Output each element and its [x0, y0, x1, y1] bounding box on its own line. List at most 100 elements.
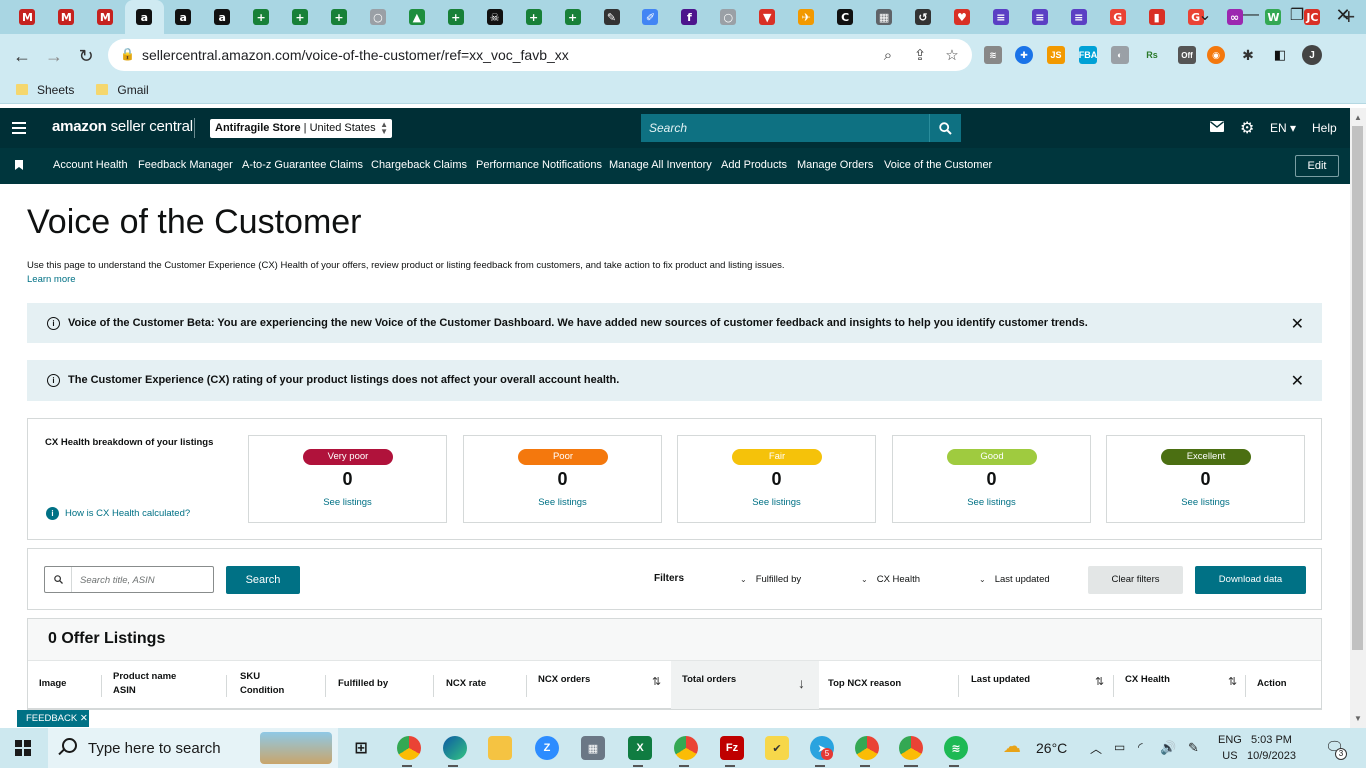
edit-nav-button[interactable]: Edit: [1295, 155, 1339, 177]
browser-tab[interactable]: ▼: [748, 0, 787, 34]
col-fulfilled-by[interactable]: Fulfilled by: [338, 677, 388, 691]
reload-button[interactable]: ↻: [73, 43, 99, 69]
browser-tab[interactable]: ▮: [1137, 0, 1176, 34]
nav-add-products[interactable]: Add Products: [721, 159, 787, 171]
col-top-ncx-reason[interactable]: Top NCX reason: [828, 677, 901, 691]
forward-button[interactable]: →: [41, 43, 67, 69]
scroll-up-arrow-icon[interactable]: ▲: [1352, 113, 1364, 125]
see-listings-link[interactable]: See listings: [464, 497, 661, 508]
nav-feedback-manager[interactable]: Feedback Manager: [138, 159, 233, 171]
task-view-icon[interactable]: ⊞: [349, 736, 373, 760]
chrome-profile-icon[interactable]: [855, 736, 879, 760]
battery-icon[interactable]: ▭: [1114, 740, 1125, 754]
tray-chevron-icon[interactable]: ︿: [1090, 740, 1102, 757]
weather-icon[interactable]: ☁: [1003, 736, 1021, 757]
see-listings-link[interactable]: See listings: [893, 497, 1090, 508]
browser-tab[interactable]: +: [320, 0, 359, 34]
chrome-profile-icon[interactable]: [674, 736, 698, 760]
col-sku-condition[interactable]: SKU Condition: [240, 670, 284, 698]
browser-tab[interactable]: ✐: [631, 0, 670, 34]
scrollbar-thumb[interactable]: [1352, 126, 1363, 650]
extensions-puzzle-icon[interactable]: ✱: [1239, 46, 1257, 64]
browser-tab[interactable]: C: [826, 0, 865, 34]
excel-icon[interactable]: X: [628, 736, 652, 760]
listing-search-input[interactable]: Search title, ASIN: [44, 566, 214, 593]
col-ncx-orders[interactable]: NCX orders: [538, 673, 590, 687]
profile-avatar[interactable]: J: [1302, 45, 1322, 65]
nav-manage-all-inventory[interactable]: Manage All Inventory: [609, 159, 712, 171]
download-data-button[interactable]: Download data: [1195, 566, 1306, 594]
tab-search-chevron-icon[interactable]: ⌄: [1182, 0, 1228, 30]
sort-arrows-icon[interactable]: ⇅: [652, 675, 661, 688]
zoom-icon[interactable]: ⌕: [878, 46, 898, 64]
clear-filters-button[interactable]: Clear filters: [1088, 566, 1183, 594]
header-search-input[interactable]: Search: [641, 114, 929, 142]
browser-tab[interactable]: +: [242, 0, 281, 34]
browser-tab[interactable]: a: [203, 0, 242, 34]
browser-tab[interactable]: +: [553, 0, 592, 34]
js-extension-icon[interactable]: JS: [1047, 46, 1065, 64]
nav-chargeback-claims[interactable]: Chargeback Claims: [371, 159, 467, 171]
col-cx-health[interactable]: CX Health: [1125, 673, 1170, 687]
browser-tab[interactable]: a: [124, 0, 164, 34]
see-listings-link[interactable]: See listings: [249, 497, 446, 508]
store-selector[interactable]: Antifragile Store | United States ▲ ▼: [210, 119, 392, 138]
learn-more-link[interactable]: Learn more: [27, 274, 76, 285]
nav-a-to-z-claims[interactable]: A-to-z Guarantee Claims: [242, 159, 363, 171]
browser-tab[interactable]: ○: [709, 0, 748, 34]
sticky-notes-icon[interactable]: ✔: [765, 736, 789, 760]
extension-icon[interactable]: ≋: [984, 46, 1002, 64]
mail-icon[interactable]: [1210, 120, 1224, 135]
browser-tab[interactable]: +: [436, 0, 475, 34]
col-ncx-rate[interactable]: NCX rate: [446, 677, 486, 691]
spotify-icon[interactable]: ≋: [944, 736, 968, 760]
browser-tab[interactable]: ≡: [981, 0, 1020, 34]
seller-central-logo[interactable]: amazon seller central: [52, 118, 193, 135]
help-link[interactable]: Help: [1312, 121, 1337, 135]
search-button[interactable]: Search: [226, 566, 300, 594]
minimize-button[interactable]: —: [1228, 0, 1274, 30]
volume-icon[interactable]: 🔊: [1160, 740, 1176, 756]
close-icon[interactable]: ✕: [1291, 371, 1304, 391]
browser-tab[interactable]: +: [514, 0, 553, 34]
hamburger-menu-icon[interactable]: [12, 122, 26, 134]
nav-account-health[interactable]: Account Health: [53, 159, 128, 171]
cx-health-calculation-link[interactable]: i How is CX Health calculated?: [46, 507, 190, 520]
sort-arrows-icon[interactable]: ⇅: [1095, 675, 1104, 688]
col-total-orders[interactable]: Total orders: [682, 673, 736, 687]
side-panel-icon[interactable]: ◧: [1271, 46, 1289, 64]
address-bar[interactable]: 🔒 sellercentral.amazon.com/voice-of-the-…: [108, 39, 972, 71]
file-explorer-icon[interactable]: [488, 736, 512, 760]
browser-tab[interactable]: ☠: [475, 0, 514, 34]
taskbar-clock[interactable]: 5:03 PM 10/9/2023: [1247, 732, 1296, 764]
feedback-tab[interactable]: FEEDBACK ✕: [17, 710, 89, 727]
browser-tab[interactable]: f: [670, 0, 709, 34]
browser-tab[interactable]: ♥: [943, 0, 982, 34]
wifi-icon[interactable]: ◜: [1138, 740, 1143, 754]
header-search-button[interactable]: [929, 114, 961, 142]
sort-down-arrow-icon[interactable]: ↓: [798, 675, 805, 691]
weather-temperature[interactable]: 26°C: [1036, 740, 1067, 756]
browser-tab[interactable]: +: [281, 0, 320, 34]
last-updated-dropdown[interactable]: ⌄ Last updated: [979, 574, 1050, 585]
browser-tab[interactable]: ✎: [592, 0, 631, 34]
extension-icon[interactable]: ◐: [1111, 46, 1129, 64]
cx-health-dropdown[interactable]: ⌄ CX Health: [861, 574, 920, 585]
filezilla-icon[interactable]: Fz: [720, 736, 744, 760]
extension-icon[interactable]: ✚: [1015, 46, 1033, 64]
fba-extension-icon[interactable]: FBA: [1079, 46, 1097, 64]
col-product-name[interactable]: Product name ASIN: [113, 670, 176, 698]
nav-performance-notifications[interactable]: Performance Notifications: [476, 159, 602, 171]
browser-tab[interactable]: M: [47, 0, 86, 34]
see-listings-link[interactable]: See listings: [1107, 497, 1304, 508]
browser-tab[interactable]: ↺: [904, 0, 943, 34]
restore-button[interactable]: ❐: [1274, 0, 1320, 30]
bookmark-star-icon[interactable]: ☆: [942, 46, 962, 64]
extension-icon[interactable]: ◉: [1207, 46, 1225, 64]
close-window-button[interactable]: ✕: [1320, 0, 1366, 30]
input-language[interactable]: ENG US: [1218, 732, 1242, 764]
browser-tab[interactable]: G: [1098, 0, 1137, 34]
browser-tab[interactable]: ▲: [397, 0, 436, 34]
back-button[interactable]: ←: [9, 43, 35, 69]
fulfilled-by-dropdown[interactable]: ⌄ Fulfilled by: [740, 574, 801, 585]
